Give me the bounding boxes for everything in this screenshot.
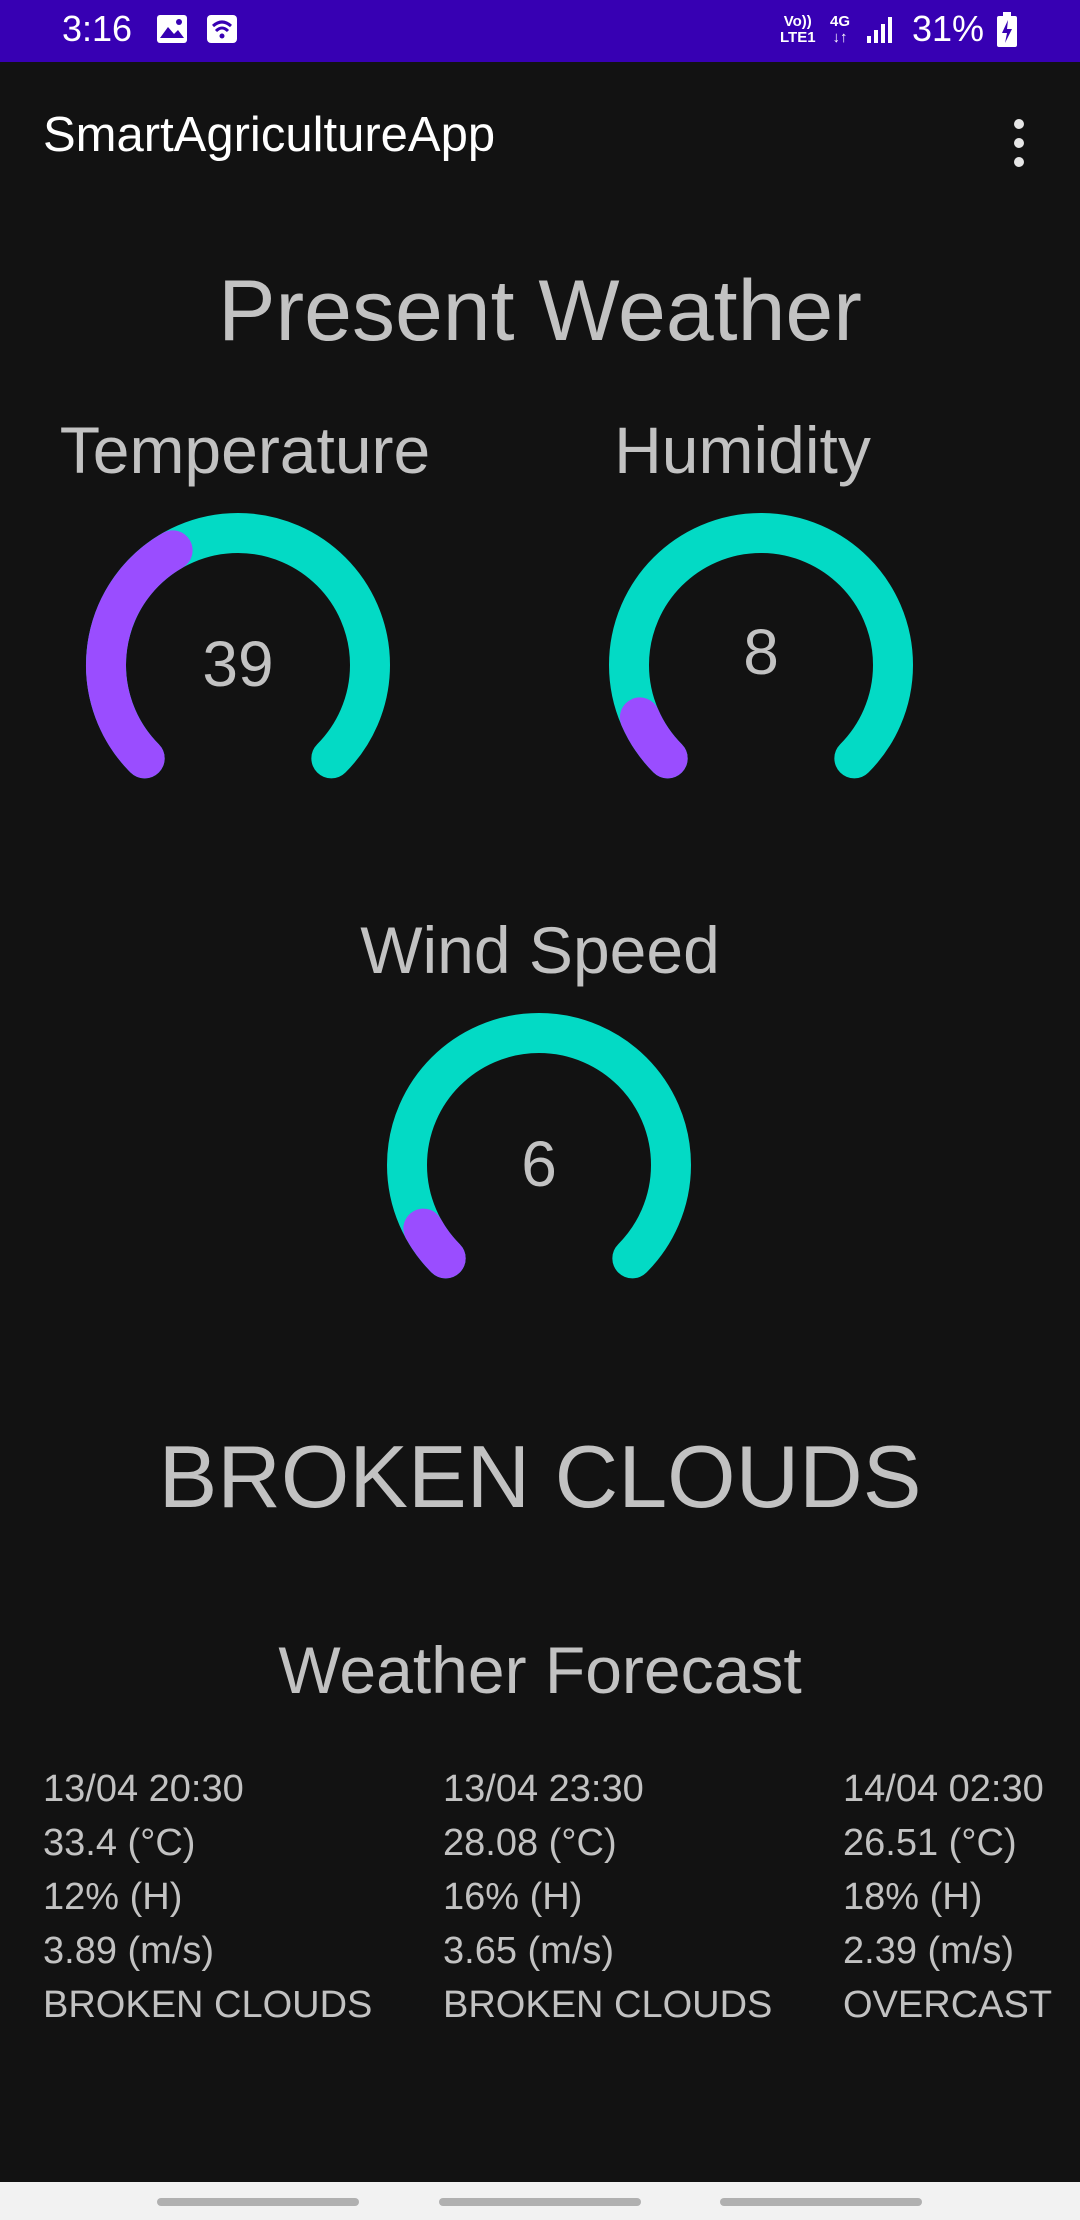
wifi-hotspot-icon — [206, 14, 238, 49]
wind-speed-label: Wind Speed — [360, 913, 720, 987]
forecast-wind: 3.65 (m/s) — [443, 1930, 615, 1972]
forecast-humidity: 18% (H) — [843, 1876, 983, 1918]
nav-recents-button[interactable] — [157, 2198, 359, 2206]
wind-speed-gauge: 6 — [379, 1005, 699, 1325]
forecast-temp: 26.51 (°C) — [843, 1822, 1017, 1864]
battery-percent: 31% — [912, 8, 985, 49]
forecast-temp: 33.4 (°C) — [43, 1822, 196, 1864]
humidity-value: 8 — [743, 616, 779, 688]
wind-speed-value: 6 — [521, 1128, 557, 1200]
signal-icon — [866, 16, 894, 49]
app-title: SmartAgricultureApp — [43, 108, 496, 162]
forecast-desc: BROKEN CLOUDS — [43, 1984, 373, 2026]
status-time: 3:16 — [62, 8, 133, 49]
temperature-gauge: 39 — [78, 505, 398, 825]
gauge-progress — [403, 1208, 466, 1279]
temperature-value: 39 — [202, 628, 274, 700]
forecast-wind: 3.89 (m/s) — [43, 1930, 215, 1972]
nav-home-button[interactable] — [439, 2198, 641, 2206]
status-bar: 3:16 Vo)) LTE1 4G ↓↑ 31% — [0, 0, 1080, 62]
forecast-item: 13/04 23:30 28.08 (°C) 16% (H) 3.65 (m/s… — [443, 1762, 772, 2032]
humidity-gauge: 8 — [601, 505, 921, 825]
forecast-humidity: 12% (H) — [43, 1876, 183, 1918]
gauge-progress — [619, 697, 688, 779]
forecast-datetime: 13/04 20:30 — [43, 1768, 244, 1810]
forecast-datetime: 13/04 23:30 — [443, 1768, 644, 1810]
forecast-list[interactable]: 13/04 20:30 33.4 (°C) 12% (H) 3.89 (m/s)… — [0, 1750, 1052, 2050]
battery-charging-icon — [996, 12, 1018, 53]
forecast-humidity: 16% (H) — [443, 1876, 583, 1918]
navigation-bar — [0, 2182, 1080, 2220]
present-weather-title: Present Weather — [218, 263, 862, 359]
network-label: 4G ↓↑ — [830, 13, 851, 46]
more-vert-icon[interactable] — [1000, 110, 1040, 190]
temperature-label: Temperature — [59, 413, 431, 487]
forecast-item: 13/04 20:30 33.4 (°C) 12% (H) 3.89 (m/s)… — [43, 1762, 372, 2032]
forecast-wind: 2.39 (m/s) — [843, 1930, 1015, 1972]
forecast-desc: OVERCAST — [843, 1984, 1052, 2026]
humidity-label: Humidity — [614, 413, 871, 487]
image-icon — [156, 14, 188, 49]
forecast-item: 14/04 02:30 26.51 (°C) 18% (H) 2.39 (m/s… — [843, 1762, 1052, 2032]
nav-back-button[interactable] — [720, 2198, 922, 2206]
app-bar: SmartAgricultureApp — [0, 62, 1080, 212]
weather-forecast-title: Weather Forecast — [278, 1633, 802, 1707]
forecast-datetime: 14/04 02:30 — [843, 1768, 1044, 1810]
forecast-temp: 28.08 (°C) — [443, 1822, 617, 1864]
current-condition: BROKEN CLOUDS — [158, 1427, 922, 1526]
forecast-desc: BROKEN CLOUDS — [443, 1984, 773, 2026]
volte-label: Vo)) LTE1 — [780, 13, 816, 46]
